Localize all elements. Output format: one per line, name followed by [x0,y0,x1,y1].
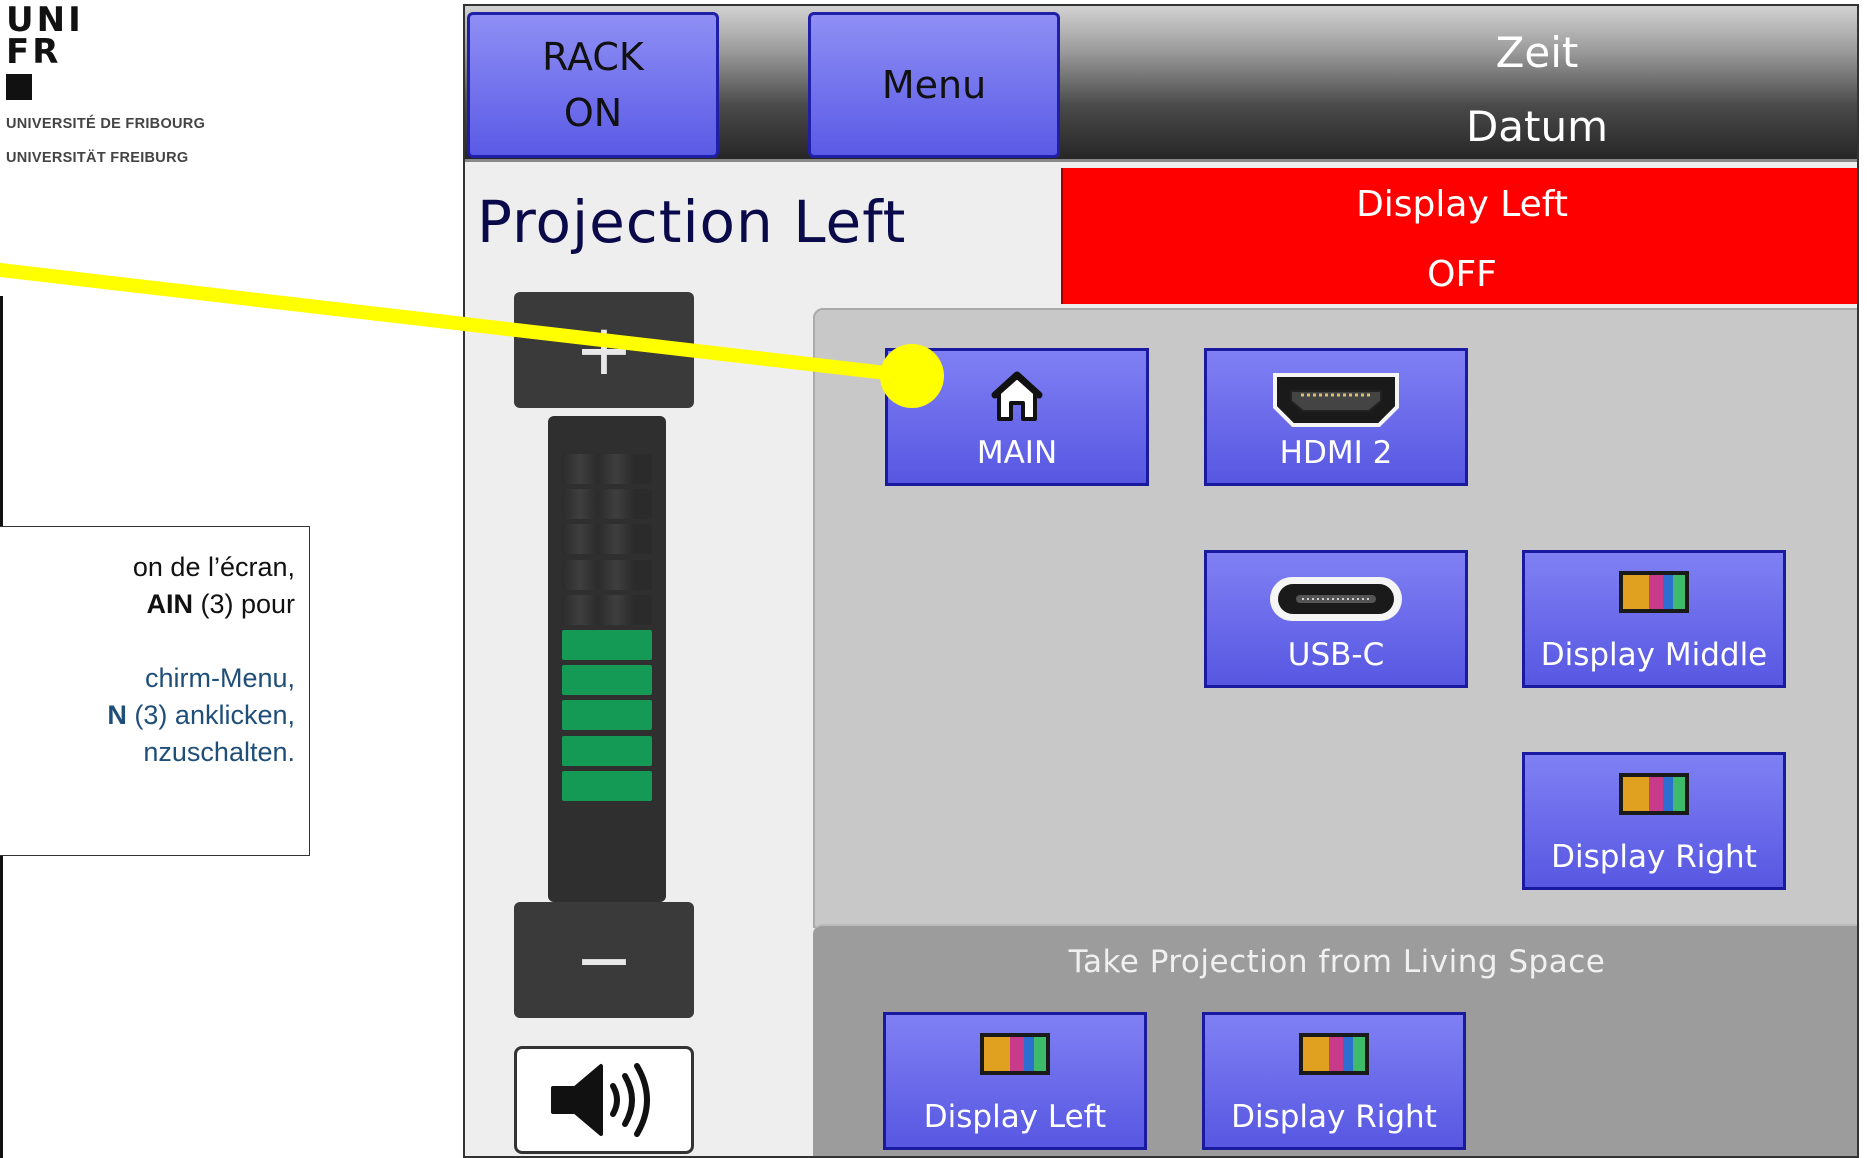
volume-level-meter [548,416,666,902]
meter-segment [562,770,652,801]
source-hdmi2-button[interactable]: HDMI 2 [1204,348,1468,486]
meter-segment [562,735,652,766]
note-de-line3: nzuschalten. [143,737,295,767]
home-icon [991,371,1043,421]
display-screen-icon [980,1033,1050,1075]
university-name-de: UNIVERSITÄT FREIBURG [6,150,189,166]
instruction-note: on de l’écran, AIN (3) pour chirm-Menu, … [0,526,310,856]
rack-on-line2: ON [563,91,623,135]
note-de-line1: chirm-Menu, [144,663,295,693]
source-display-middle-label: Display Middle [1540,637,1768,673]
source-usbc-button[interactable]: USB-C [1204,550,1468,688]
source-display-right-label: Display Right [1551,839,1757,875]
source-selection-area: MAIN HDMI 2 USB-C Display Middle Display… [813,308,1857,928]
left-frame-line [0,296,3,528]
status-value: OFF [1427,254,1497,295]
note-de-line2: N (3) anklicken, [0,697,295,734]
meter-segment [562,524,652,555]
speaker-icon [551,1063,650,1137]
volume-up-button[interactable]: + [514,292,694,408]
meter-segment [562,559,652,590]
note-fr-line2-rest: (3) pour [192,589,295,619]
touch-panel: RACK ON Menu Zeit Datum Projection Left … [463,4,1859,1158]
top-bar: RACK ON Menu Zeit Datum [465,6,1857,162]
meter-segment [562,454,652,484]
mute-button[interactable] [514,1046,694,1154]
meter-segment [562,489,652,520]
display-screen-icon [1619,571,1689,613]
menu-button[interactable]: Menu [808,12,1060,158]
source-main-label: MAIN [976,435,1058,471]
display-screen-icon [1619,773,1689,815]
note-fr-main: AIN [146,589,193,619]
minus-icon: − [574,919,634,1001]
display-screen-icon [1299,1033,1369,1075]
meter-segment [562,594,652,625]
time-label: Zeit [1495,28,1579,77]
take-display-right-button[interactable]: Display Right [1202,1012,1466,1150]
rack-on-button[interactable]: RACK ON [467,12,719,158]
source-hdmi2-label: HDMI 2 [1279,435,1393,471]
rack-on-line1: RACK [542,35,644,79]
source-main-button[interactable]: MAIN [885,348,1149,486]
university-name-fr: UNIVERSITÉ DE FRIBOURG [6,116,206,132]
university-logo: UNI FR UNIVERSITÉ DE FRIBOURG UNIVERSITÄ… [6,3,206,168]
meter-segment [562,700,652,731]
note-de-main: N [107,700,127,730]
display-left-status-button[interactable]: Display Left OFF [1061,168,1857,304]
note-fr-line2: AIN (3) pour [0,586,295,623]
logo-square [6,74,32,100]
usb-c-port-icon [1270,577,1402,621]
volume-down-button[interactable]: − [514,902,694,1018]
logo-wordmark-fr: FR [6,32,62,72]
date-label: Datum [1465,102,1609,151]
menu-label: Menu [881,63,987,107]
slide: UNI FR UNIVERSITÉ DE FRIBOURG UNIVERSITÄ… [0,0,1867,1158]
page-title: Projection Left [477,188,907,256]
take-projection-heading: Take Projection from Living Space [1068,944,1606,980]
meter-segment [562,665,652,696]
note-de-line2-rest: (3) anklicken, [126,700,295,730]
left-frame-line [0,855,3,1158]
source-usbc-label: USB-C [1287,637,1385,673]
note-fr-line1: on de l’écran, [132,552,295,582]
status-title: Display Left [1356,184,1568,225]
source-display-right-button[interactable]: Display Right [1522,752,1786,890]
source-display-middle-button[interactable]: Display Middle [1522,550,1786,688]
clock-display: Zeit Datum [1217,6,1857,162]
hdmi-port-icon [1273,373,1399,427]
take-display-left-label: Display Left [923,1099,1107,1135]
meter-segment [562,629,652,660]
take-display-left-button[interactable]: Display Left [883,1012,1147,1150]
take-display-right-label: Display Right [1231,1099,1437,1135]
plus-icon: + [574,309,634,391]
take-projection-area: Take Projection from Living Space Displa… [813,924,1857,1156]
